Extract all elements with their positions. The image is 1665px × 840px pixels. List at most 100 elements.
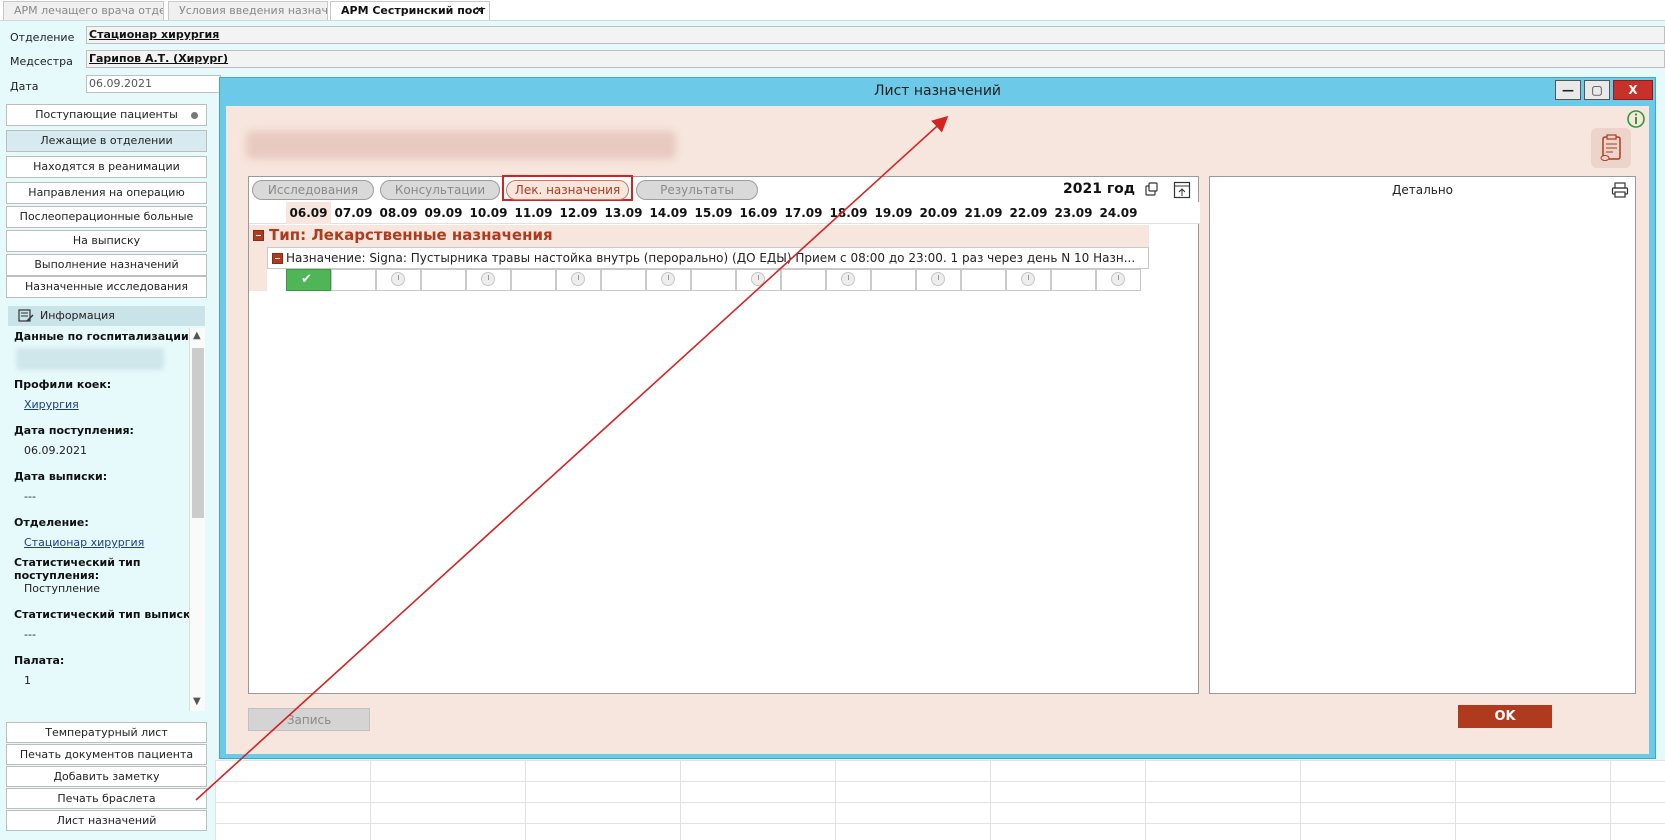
- date-column-header[interactable]: 07.09: [331, 202, 376, 224]
- timer-icon[interactable]: [391, 272, 405, 286]
- execution-cell[interactable]: [691, 269, 736, 291]
- scroll-down-icon[interactable]: ▼: [193, 696, 201, 707]
- prescription-sheet-button[interactable]: Лист назначений: [6, 810, 207, 831]
- tab-administration-conditions[interactable]: Условия введения назнач...: [168, 1, 328, 20]
- scroll-thumb[interactable]: [192, 348, 204, 518]
- info-scrollbar[interactable]: ▲ ▼: [189, 328, 205, 711]
- department-info-link[interactable]: Стационар хирургия: [24, 536, 144, 549]
- appointment-row[interactable]: Назначение: Signa: Пустырника травы наст…: [267, 247, 1149, 269]
- execution-cell[interactable]: [601, 269, 646, 291]
- background-grid: [215, 760, 1665, 840]
- timer-icon[interactable]: [571, 272, 585, 286]
- stat-discharge-label: Статистический тип выписки:: [14, 608, 203, 621]
- year-label: 2021 год: [1063, 181, 1136, 197]
- execution-cell[interactable]: [511, 269, 556, 291]
- date-column-header[interactable]: 17.09: [781, 202, 826, 224]
- appointment-text: Назначение: Signa: Пустырника травы наст…: [286, 251, 1136, 265]
- nav-assigned-studies[interactable]: Назначенные исследования: [6, 276, 207, 298]
- collapse-icon[interactable]: [253, 230, 264, 241]
- timer-icon[interactable]: [1111, 272, 1125, 286]
- execution-cell[interactable]: [1006, 269, 1051, 291]
- date-column-header[interactable]: 06.09: [286, 202, 331, 224]
- info-icon[interactable]: [1627, 110, 1645, 128]
- date-column-header[interactable]: 14.09: [646, 202, 691, 224]
- filter-consultations[interactable]: Консультации: [380, 180, 500, 200]
- date-column-header[interactable]: 16.09: [736, 202, 781, 224]
- timer-icon[interactable]: [751, 272, 765, 286]
- nav-discharge[interactable]: На выписку: [6, 230, 207, 252]
- save-button[interactable]: Запись: [248, 708, 370, 731]
- print-bracelet-button[interactable]: Печать браслета: [6, 788, 207, 809]
- tab-nurse-post[interactable]: АРМ Сестринский пост ✕: [330, 1, 490, 20]
- clipboard-view-button[interactable]: [1591, 128, 1631, 168]
- prescription-sheet-dialog: Лист назначений — ▢ X Исследования Консу…: [219, 77, 1656, 759]
- minimize-icon[interactable]: —: [1555, 80, 1581, 100]
- filter-medications[interactable]: Лек. назначения: [506, 180, 629, 200]
- date-column-header[interactable]: 12.09: [556, 202, 601, 224]
- execution-cell[interactable]: [961, 269, 1006, 291]
- execution-cell[interactable]: [781, 269, 826, 291]
- info-panel: Информация Данные по госпитализации: Про…: [8, 306, 205, 711]
- execution-cell[interactable]: [826, 269, 871, 291]
- date-column-header[interactable]: 11.09: [511, 202, 556, 224]
- detail-title: Детально: [1391, 183, 1454, 197]
- nav-inpatients[interactable]: Лежащие в отделении: [6, 130, 207, 152]
- close-icon[interactable]: X: [1613, 80, 1653, 100]
- filter-results[interactable]: Результаты: [636, 180, 758, 200]
- execution-cell[interactable]: [421, 269, 466, 291]
- date-column-header[interactable]: 08.09: [376, 202, 421, 224]
- bed-profiles-link[interactable]: Хирургия: [24, 398, 79, 411]
- scroll-up-icon[interactable]: ▲: [193, 330, 201, 341]
- type-group-row[interactable]: Тип: Лекарственные назначения: [249, 225, 1149, 247]
- nav-prescription-execution[interactable]: Выполнение назначений: [6, 254, 207, 276]
- nurse-field[interactable]: Гарипов А.Т. (Хирург): [86, 50, 1665, 68]
- execution-cell[interactable]: [871, 269, 916, 291]
- timer-icon[interactable]: [841, 272, 855, 286]
- nav-incoming-patients[interactable]: Поступающие пациенты: [6, 104, 207, 126]
- close-tab-icon[interactable]: ✕: [475, 2, 484, 19]
- timer-icon[interactable]: [481, 272, 495, 286]
- export-icon[interactable]: [1173, 181, 1191, 199]
- execution-cell[interactable]: [466, 269, 511, 291]
- print-patient-docs-button[interactable]: Печать документов пациента: [6, 744, 207, 765]
- date-column-header[interactable]: 24.09: [1096, 202, 1141, 224]
- date-column-header[interactable]: 21.09: [961, 202, 1006, 224]
- date-field[interactable]: 06.09.2021: [86, 75, 221, 93]
- detail-panel: Детально: [1209, 176, 1636, 694]
- date-column-header[interactable]: 13.09: [601, 202, 646, 224]
- date-column-header[interactable]: 23.09: [1051, 202, 1096, 224]
- filter-studies[interactable]: Исследования: [252, 180, 374, 200]
- tab-doctor-workstation[interactable]: АРМ лечащего врача отде...: [3, 1, 164, 20]
- execution-cell[interactable]: [1096, 269, 1141, 291]
- execution-cell[interactable]: [646, 269, 691, 291]
- date-column-header[interactable]: 20.09: [916, 202, 961, 224]
- date-column-header[interactable]: 09.09: [421, 202, 466, 224]
- info-header[interactable]: Информация: [8, 306, 205, 326]
- department-field[interactable]: Стационар хирургия: [86, 26, 1665, 44]
- add-note-button[interactable]: Добавить заметку: [6, 766, 207, 787]
- execution-cell[interactable]: [916, 269, 961, 291]
- timer-icon[interactable]: [931, 272, 945, 286]
- print-icon[interactable]: [1611, 181, 1629, 199]
- maximize-icon[interactable]: ▢: [1584, 80, 1610, 100]
- date-column-header[interactable]: 10.09: [466, 202, 511, 224]
- date-column-header[interactable]: 22.09: [1006, 202, 1051, 224]
- ok-button[interactable]: OK: [1458, 705, 1552, 728]
- execution-cell[interactable]: [736, 269, 781, 291]
- date-column-header[interactable]: 15.09: [691, 202, 736, 224]
- date-column-header[interactable]: 19.09: [871, 202, 916, 224]
- execution-cell[interactable]: [1051, 269, 1096, 291]
- execution-cell[interactable]: [556, 269, 601, 291]
- executed-cell[interactable]: ✔: [286, 269, 331, 291]
- timer-icon[interactable]: [1021, 272, 1035, 286]
- date-column-header[interactable]: 18.09: [826, 202, 871, 224]
- execution-cell[interactable]: [331, 269, 376, 291]
- nav-postoperative[interactable]: Послеоперационные больные: [6, 206, 207, 228]
- timer-icon[interactable]: [661, 272, 675, 286]
- temperature-sheet-button[interactable]: Температурный лист: [6, 722, 207, 743]
- copy-icon[interactable]: [1143, 181, 1159, 197]
- nav-intensive-care[interactable]: Находятся в реанимации: [6, 156, 207, 178]
- nav-surgery-referrals[interactable]: Направления на операцию: [6, 182, 207, 204]
- execution-cell[interactable]: [376, 269, 421, 291]
- collapse-appointment-icon[interactable]: [272, 253, 283, 264]
